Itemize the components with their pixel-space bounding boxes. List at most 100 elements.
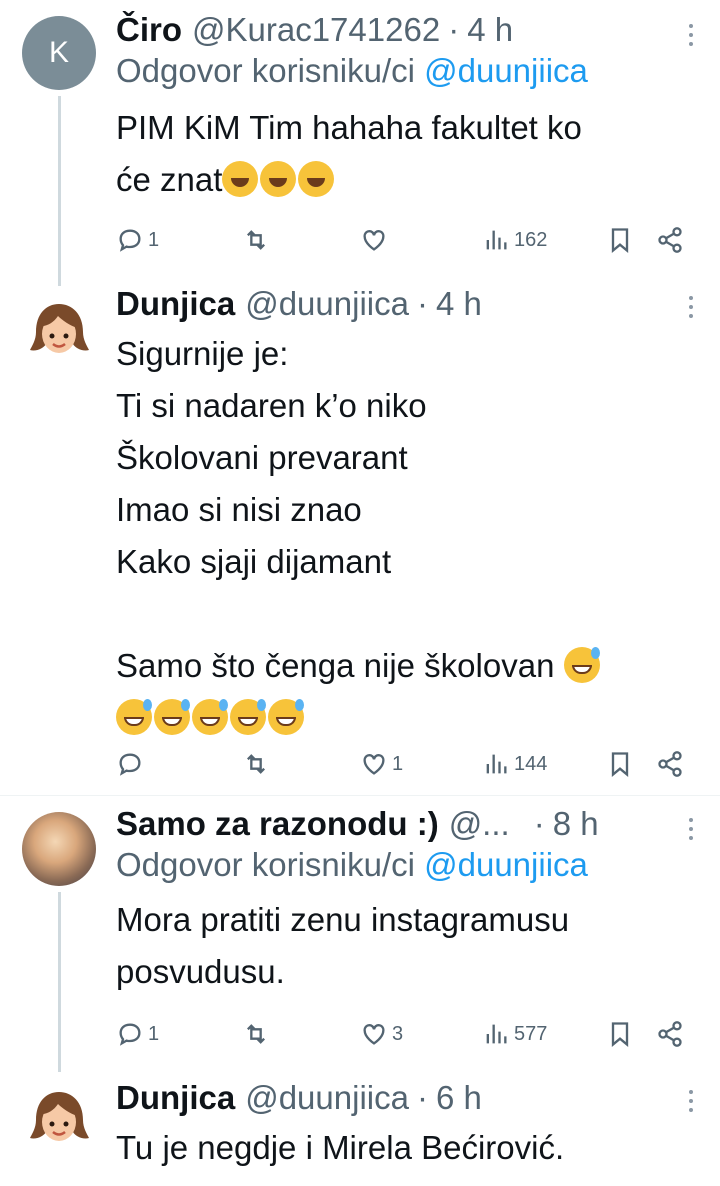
views-icon bbox=[486, 1024, 507, 1044]
author-handle[interactable]: @Kurac1741262 bbox=[192, 10, 440, 50]
rofl-emoji-icon bbox=[298, 161, 335, 197]
reply-icon bbox=[119, 753, 141, 776]
tweet-header: Dunjica @duunjiica · 4 h bbox=[116, 284, 680, 324]
bookmark-icon bbox=[611, 228, 629, 253]
rofl-emoji-icon bbox=[260, 161, 297, 197]
tweet-line: Samo što čenga nije školovan bbox=[116, 647, 555, 684]
reply-button[interactable]: 1 bbox=[116, 1014, 159, 1054]
timestamp[interactable]: 6 h bbox=[436, 1078, 482, 1118]
retweet-icon bbox=[247, 754, 265, 774]
heart-icon bbox=[363, 754, 385, 775]
tweet-line: Ti si nadaren k’o niko bbox=[116, 387, 427, 424]
tweet-text: Tu je negdje i Mirela Bećirović. bbox=[116, 1122, 680, 1174]
tweet-text: PIM KiM Tim hahaha fakultet ko će znat bbox=[116, 102, 680, 206]
tweet-text: Sigurnije je: Ti si nadaren k’o niko Školo… bbox=[116, 328, 680, 744]
rofl-emoji-icon bbox=[222, 161, 259, 197]
grinning-sweat-emoji-icon bbox=[563, 647, 600, 683]
author-name[interactable]: Samo za razonodu :) bbox=[116, 804, 439, 844]
separator-dot: · bbox=[416, 1079, 428, 1116]
tweet-header: Čiro @Kurac1741262 · 4 h bbox=[116, 10, 680, 50]
avatar[interactable]: K bbox=[22, 16, 96, 90]
tweet-dunjica-1[interactable]: Dunjica @duunjiica · 4 h Sigurnije je: Ti… bbox=[0, 278, 720, 788]
reply-icon bbox=[119, 229, 141, 252]
thread-line bbox=[58, 96, 61, 286]
tweet-header: Samo za razonodu :) @... · 8 h bbox=[116, 804, 680, 844]
share-button[interactable] bbox=[656, 744, 684, 784]
like-button[interactable]: 1 bbox=[360, 744, 403, 784]
share-icon bbox=[658, 227, 682, 253]
timestamp[interactable]: 8 h bbox=[553, 804, 599, 844]
reply-icon bbox=[119, 1023, 141, 1046]
retweet-button[interactable] bbox=[242, 744, 270, 784]
more-icon[interactable] bbox=[688, 24, 694, 46]
heart-icon bbox=[363, 230, 385, 251]
bookmark-icon bbox=[611, 752, 629, 777]
avatar-letter: K bbox=[48, 36, 69, 69]
tweet-header: Dunjica @duunjiica · 6 h bbox=[116, 1078, 680, 1118]
grinning-sweat-emoji-icon bbox=[116, 699, 152, 735]
girl-avatar-icon bbox=[30, 1092, 89, 1141]
views-button[interactable]: 144 bbox=[482, 744, 547, 784]
separator-dot: · bbox=[533, 805, 545, 842]
more-icon[interactable] bbox=[688, 818, 694, 840]
views-count: 577 bbox=[514, 1022, 548, 1045]
reply-mention-link[interactable]: @duunjiica bbox=[424, 52, 588, 89]
reply-button[interactable]: 1 bbox=[116, 220, 159, 260]
avatar[interactable] bbox=[22, 1080, 96, 1154]
tweet-dunjica-2[interactable]: Dunjica @duunjiica · 6 h Tu je negdje i … bbox=[0, 1066, 720, 1186]
avatar[interactable] bbox=[22, 812, 96, 886]
tweet-line: Imao si nisi znao bbox=[116, 491, 362, 528]
tweet-line: će znat bbox=[116, 161, 223, 198]
author-name[interactable]: Dunjica bbox=[116, 284, 235, 324]
views-icon bbox=[486, 754, 507, 774]
grinning-sweat-emoji-icon bbox=[154, 699, 190, 735]
retweet-button[interactable] bbox=[242, 220, 270, 260]
reply-button[interactable] bbox=[116, 744, 144, 784]
timestamp[interactable]: 4 h bbox=[436, 284, 482, 324]
like-button[interactable] bbox=[360, 220, 388, 260]
grinning-sweat-emoji-icon bbox=[230, 699, 266, 735]
tweet-line: Školovani prevarant bbox=[116, 439, 408, 476]
reply-prefix: Odgovor korisniku/ci bbox=[116, 846, 415, 883]
like-button[interactable]: 3 bbox=[360, 1014, 403, 1054]
reply-mention-link[interactable]: @duunjiica bbox=[424, 846, 588, 883]
thread-line bbox=[58, 892, 61, 1072]
author-handle[interactable]: @... bbox=[449, 804, 510, 844]
views-icon bbox=[486, 230, 507, 250]
separator-dot: · bbox=[416, 285, 428, 322]
tweet-line: Tu je negdje i Mirela Bećirović. bbox=[116, 1129, 565, 1166]
share-icon bbox=[658, 751, 682, 777]
author-name[interactable]: Dunjica bbox=[116, 1078, 235, 1118]
author-handle[interactable]: @duunjiica bbox=[245, 284, 409, 324]
share-button[interactable] bbox=[656, 220, 684, 260]
share-button[interactable] bbox=[656, 1014, 684, 1054]
author-name[interactable]: Čiro bbox=[116, 10, 182, 50]
bookmark-button[interactable] bbox=[606, 220, 634, 260]
like-count: 1 bbox=[392, 752, 404, 775]
bookmark-button[interactable] bbox=[606, 1014, 634, 1054]
reply-context: Odgovor korisniku/ci @duunjiica bbox=[116, 844, 680, 886]
more-icon[interactable] bbox=[688, 1090, 694, 1112]
tweet-samo-za-razonodu[interactable]: Samo za razonodu :) @... · 8 h Odgovor k… bbox=[0, 798, 720, 1072]
separator-dot: · bbox=[448, 11, 460, 48]
tweet-line: Sigurnije je: bbox=[116, 335, 289, 372]
grinning-sweat-emoji-icon bbox=[192, 699, 228, 735]
girl-avatar-icon bbox=[30, 304, 89, 353]
retweet-button[interactable] bbox=[242, 1014, 270, 1054]
heart-icon bbox=[363, 1024, 385, 1045]
avatar[interactable] bbox=[22, 292, 96, 366]
views-button[interactable]: 577 bbox=[482, 1014, 547, 1054]
more-icon[interactable] bbox=[688, 296, 694, 318]
reply-count: 1 bbox=[148, 1022, 160, 1045]
timestamp[interactable]: 4 h bbox=[467, 10, 513, 50]
tweet-ciro[interactable]: K Čiro @Kurac1741262 · 4 h Odgovor koris… bbox=[0, 0, 720, 286]
author-handle[interactable]: @duunjiica bbox=[245, 1078, 409, 1118]
bookmark-button[interactable] bbox=[606, 744, 634, 784]
retweet-icon bbox=[247, 1024, 265, 1044]
tweet-text: Mora pratiti zenu instagramusu posvudusu. bbox=[116, 894, 680, 998]
views-button[interactable]: 162 bbox=[482, 220, 547, 260]
views-count: 162 bbox=[514, 228, 548, 251]
bookmark-icon bbox=[611, 1022, 629, 1047]
tweet-actions: 1 144 bbox=[116, 744, 696, 784]
tweet-actions: 1 162 bbox=[116, 220, 696, 260]
